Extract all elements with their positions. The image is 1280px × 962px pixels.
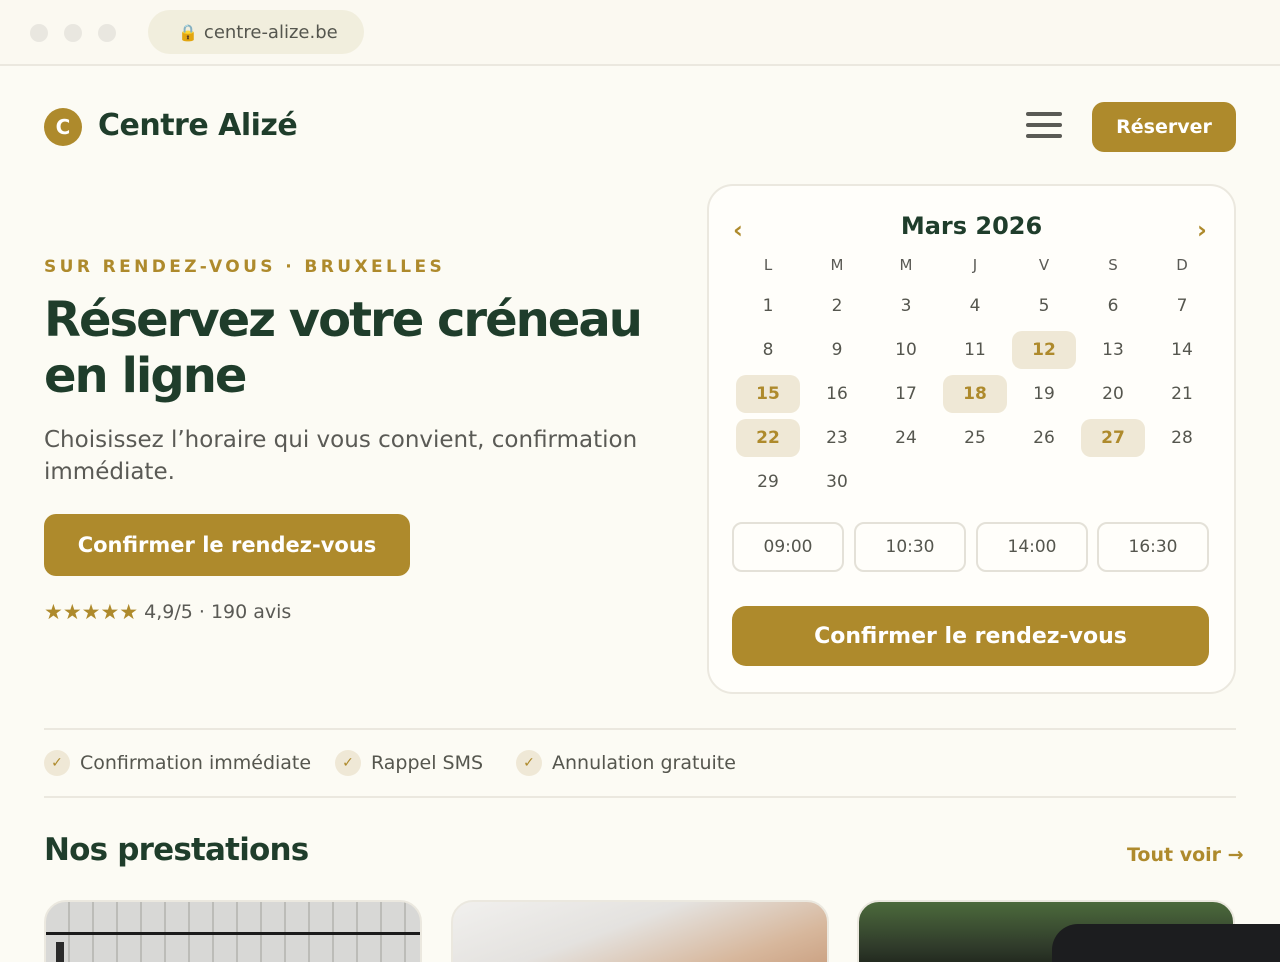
stars-icon: ★★★★★ bbox=[44, 600, 139, 624]
feature-label: Annulation gratuite bbox=[552, 752, 736, 774]
calendar-day: 30 bbox=[826, 472, 848, 492]
logo-icon[interactable]: C bbox=[44, 108, 82, 146]
weekday-label: S bbox=[1108, 256, 1118, 274]
calendar-day: 7 bbox=[1176, 296, 1188, 316]
calendar-month: Mars 2026 bbox=[900, 212, 1043, 240]
calendar-day: 20 bbox=[1102, 384, 1124, 404]
weekday-label: M bbox=[899, 256, 913, 274]
hero-subtitle: Choisissez l’horaire qui vous convient, … bbox=[44, 427, 638, 485]
rating: ★★★★★ 4,9/5 · 190 avis bbox=[44, 600, 291, 624]
time-slot-button[interactable]: 10:30 bbox=[854, 522, 966, 572]
menu-icon[interactable] bbox=[1026, 112, 1062, 142]
calendar-day: 1 bbox=[762, 296, 774, 316]
calendar-day: 5 bbox=[1038, 296, 1050, 316]
calendar-day: 14 bbox=[1171, 340, 1193, 360]
calendar-day-available[interactable]: 12 bbox=[1012, 331, 1076, 369]
hero-eyebrow: SUR RENDEZ-VOUS · BRUXELLES bbox=[44, 257, 446, 277]
calendar-confirm-button[interactable]: Confirmer le rendez-vous bbox=[732, 606, 1209, 666]
divider bbox=[44, 728, 1236, 730]
booking-calendar: ‹ Mars 2026 › L M M J V S D 1 2 3 4 5 6 7 8 9 10 11 12 13 14… bbox=[707, 184, 1236, 694]
time-slot-button[interactable]: 14:00 bbox=[976, 522, 1088, 572]
brand-name[interactable]: Centre Alizé bbox=[98, 108, 298, 143]
next-month-icon[interactable]: › bbox=[1197, 216, 1207, 244]
weekday-label: J bbox=[972, 256, 978, 274]
weekday-label: D bbox=[1176, 256, 1188, 274]
divider bbox=[44, 796, 1236, 798]
calendar-day: 17 bbox=[895, 384, 917, 404]
calendar-day: 13 bbox=[1102, 340, 1124, 360]
calendar-day: 8 bbox=[762, 340, 774, 360]
rating-text: 4,9/5 · 190 avis bbox=[144, 601, 292, 623]
time-slot-button[interactable]: 16:30 bbox=[1097, 522, 1209, 572]
service-card-image[interactable] bbox=[44, 900, 422, 962]
window-close-dot[interactable] bbox=[30, 24, 48, 42]
calendar-day: 2 bbox=[831, 296, 843, 316]
calendar-day-available[interactable]: 18 bbox=[943, 375, 1007, 413]
check-icon: ✓ bbox=[335, 750, 361, 776]
confirm-appointment-button[interactable]: Confirmer le rendez-vous bbox=[44, 514, 410, 576]
feature-label: Rappel SMS bbox=[371, 752, 484, 774]
check-icon: ✓ bbox=[44, 750, 70, 776]
check-icon: ✓ bbox=[516, 750, 542, 776]
calendar-day: 19 bbox=[1033, 384, 1055, 404]
calendar-day: 4 bbox=[969, 296, 981, 316]
calendar-day: 23 bbox=[826, 428, 848, 448]
see-all-link[interactable]: Tout voir → bbox=[1127, 844, 1244, 866]
calendar-day: 21 bbox=[1171, 384, 1193, 404]
hero-title: Réservez votre créneau en ligne bbox=[44, 292, 643, 404]
calendar-day: 3 bbox=[900, 296, 912, 316]
calendar-day: 16 bbox=[826, 384, 848, 404]
calendar-day: 25 bbox=[964, 428, 986, 448]
weekday-label: L bbox=[763, 256, 773, 274]
services-title: Nos prestations bbox=[44, 832, 309, 868]
url-text: centre-alize.be bbox=[203, 21, 338, 43]
floating-widget[interactable] bbox=[1052, 924, 1280, 962]
weekday-label: V bbox=[1038, 256, 1050, 274]
calendar-day: 24 bbox=[895, 428, 917, 448]
calendar-day: 6 bbox=[1107, 296, 1119, 316]
calendar-day-available[interactable]: 15 bbox=[736, 375, 800, 413]
calendar-day: 11 bbox=[964, 340, 986, 360]
calendar-day: 28 bbox=[1171, 428, 1193, 448]
weekday-label: M bbox=[830, 256, 844, 274]
service-card-image[interactable] bbox=[451, 900, 829, 962]
feature-label: Confirmation immédiate bbox=[80, 752, 312, 774]
window-maximize-dot[interactable] bbox=[98, 24, 116, 42]
browser-toolbar: 🔒 centre-alize.be bbox=[0, 0, 1280, 66]
feature-item: ✓ Confirmation immédiate bbox=[44, 750, 311, 776]
reserve-button[interactable]: Réserver bbox=[1092, 102, 1236, 152]
calendar-day: 29 bbox=[757, 472, 779, 492]
calendar-day: 10 bbox=[895, 340, 917, 360]
window-minimize-dot[interactable] bbox=[64, 24, 82, 42]
calendar-day-available[interactable]: 27 bbox=[1081, 419, 1145, 457]
time-slot-button[interactable]: 09:00 bbox=[732, 522, 844, 572]
lock-icon: 🔒 bbox=[178, 22, 198, 42]
feature-item: ✓ Rappel SMS bbox=[335, 750, 483, 776]
calendar-day: 26 bbox=[1033, 428, 1055, 448]
calendar-day-available[interactable]: 22 bbox=[736, 419, 800, 457]
address-bar[interactable]: 🔒 centre-alize.be bbox=[148, 10, 364, 54]
calendar-day: 9 bbox=[831, 340, 843, 360]
feature-item: ✓ Annulation gratuite bbox=[516, 750, 736, 776]
